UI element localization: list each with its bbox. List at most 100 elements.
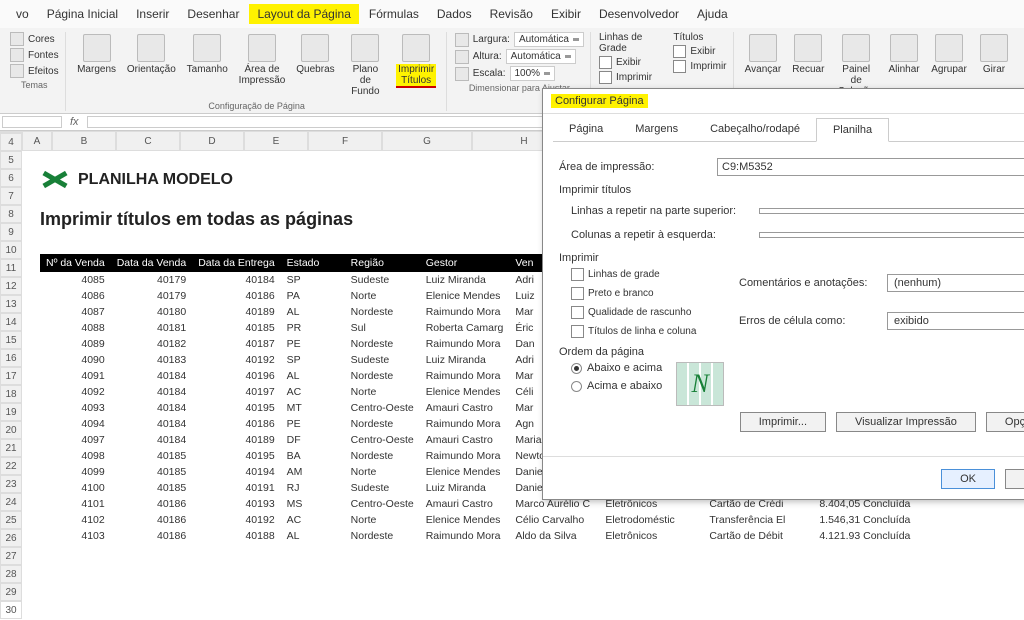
ribbon-btn-alinhar[interactable]: Alinhar xyxy=(884,32,924,77)
row-header[interactable]: 28 xyxy=(0,565,22,583)
menu-item[interactable]: Layout da Página xyxy=(249,4,358,24)
gridlines-print-check[interactable]: Imprimir xyxy=(599,71,659,84)
row-header[interactable]: 21 xyxy=(0,439,22,457)
ribbon-btn-orientacao[interactable]: Orientação xyxy=(124,32,180,77)
col-header[interactable]: C xyxy=(116,131,180,151)
dialog-options-button[interactable]: Opções... xyxy=(986,412,1024,432)
print-area-input[interactable]: C9:M5352 xyxy=(717,158,1024,176)
row-header[interactable]: 24 xyxy=(0,493,22,511)
menubar: voPágina InicialInserirDesenharLayout da… xyxy=(0,0,1024,28)
table-row[interactable]: 41024018640192ACNorteElenice MendesCélio… xyxy=(40,512,923,528)
row-header[interactable]: 17 xyxy=(0,367,22,385)
ribbon-btn-margens[interactable]: Margens xyxy=(74,32,120,77)
row-header[interactable]: 25 xyxy=(0,511,22,529)
gridlines-show-check[interactable]: Exibir xyxy=(599,56,659,69)
row-header[interactable]: 20 xyxy=(0,421,22,439)
dialog-tab[interactable]: Cabeçalho/rodapé xyxy=(694,118,816,141)
print-titles-label: Imprimir títulos xyxy=(559,184,1024,196)
menu-item[interactable]: Revisão xyxy=(482,4,541,24)
titles-show-check[interactable]: Exibir xyxy=(673,45,726,58)
col-header[interactable]: F xyxy=(308,131,382,151)
ribbon-btn-agrupar[interactable]: Agrupar xyxy=(928,32,970,77)
dialog-cancel-button[interactable]: Cancelar xyxy=(1005,469,1024,489)
row-header[interactable]: 22 xyxy=(0,457,22,475)
row-header[interactable]: 10 xyxy=(0,241,22,259)
row-header[interactable]: 11 xyxy=(0,259,22,277)
row-header[interactable]: 26 xyxy=(0,529,22,547)
row-header[interactable]: 14 xyxy=(0,313,22,331)
row-header[interactable]: 8 xyxy=(0,205,22,223)
print-option-check[interactable]: Linhas de grade xyxy=(571,268,721,281)
menu-item[interactable]: Ajuda xyxy=(689,4,736,24)
themes-fonts[interactable]: Fontes xyxy=(28,50,59,61)
menu-item[interactable]: Exibir xyxy=(543,4,589,24)
table-row[interactable]: 41034018640188ALNordesteRaimundo MoraAld… xyxy=(40,528,923,544)
width-combo[interactable]: Automática xyxy=(514,32,584,47)
dialog-tab[interactable]: Planilha xyxy=(816,118,889,142)
row-header[interactable]: 15 xyxy=(0,331,22,349)
col-header[interactable]: B xyxy=(52,131,116,151)
dialog-tab[interactable]: Margens xyxy=(619,118,694,141)
row-header[interactable]: 30 xyxy=(0,601,22,619)
ribbon-btn-titulos[interactable]: ImprimirTítulos xyxy=(393,32,440,90)
row-header[interactable]: 29 xyxy=(0,583,22,601)
col-header[interactable]: E xyxy=(244,131,308,151)
scale-label: Escala: xyxy=(473,68,506,79)
ribbon-btn-avancar[interactable]: Avançar xyxy=(742,32,785,77)
row-header[interactable]: 18 xyxy=(0,385,22,403)
order-across-label: Acima e abaixo xyxy=(587,380,662,392)
row-header[interactable]: 7 xyxy=(0,187,22,205)
menu-item[interactable]: Desenvolvedor xyxy=(591,4,687,24)
area-icon xyxy=(248,34,276,62)
col-header[interactable]: G xyxy=(382,131,472,151)
row-header[interactable]: 4 xyxy=(0,133,22,151)
ribbon-btn-recuar[interactable]: Recuar xyxy=(788,32,828,77)
menu-item[interactable]: Dados xyxy=(429,4,480,24)
print-option-check[interactable]: Títulos de linha e coluna xyxy=(571,325,721,338)
row-header[interactable]: 9 xyxy=(0,223,22,241)
row-header[interactable]: 5 xyxy=(0,151,22,169)
ribbon-btn-area[interactable]: Área deImpressão xyxy=(235,32,289,88)
comments-combo[interactable]: (nenhum) xyxy=(887,274,1024,292)
row-header[interactable]: 23 xyxy=(0,475,22,493)
row-header[interactable]: 19 xyxy=(0,403,22,421)
menu-item[interactable]: Desenhar xyxy=(179,4,247,24)
menu-item[interactable]: Página Inicial xyxy=(39,4,126,24)
order-across-radio[interactable]: Acima e abaixo xyxy=(571,380,662,392)
fx-icon[interactable]: fx xyxy=(64,114,85,130)
order-down-radio[interactable]: Abaixo e acima xyxy=(571,362,662,374)
themes-effects[interactable]: Efeitos xyxy=(28,66,59,77)
dialog-ok-button[interactable]: OK xyxy=(941,469,995,489)
dialog-preview-button[interactable]: Visualizar Impressão xyxy=(836,412,976,432)
dialog-tab[interactable]: Página xyxy=(553,118,619,141)
ribbon-btn-girar[interactable]: Girar xyxy=(974,32,1014,77)
ribbon-btn-quebras[interactable]: Quebras xyxy=(293,32,338,77)
print-options-label: Imprimir xyxy=(559,252,1024,264)
ribbon-group-page-setup: MargensOrientaçãoTamanhoÁrea deImpressão… xyxy=(68,32,447,111)
row-header[interactable]: 6 xyxy=(0,169,22,187)
dialog-print-button[interactable]: Imprimir... xyxy=(740,412,826,432)
row-header[interactable]: 13 xyxy=(0,295,22,313)
row-header[interactable]: 12 xyxy=(0,277,22,295)
print-option-check[interactable]: Qualidade de rascunho xyxy=(571,306,721,319)
col-header[interactable]: A xyxy=(22,131,52,151)
row-header[interactable]: 16 xyxy=(0,349,22,367)
errors-combo[interactable]: exibido xyxy=(887,312,1024,330)
cols-repeat-input[interactable] xyxy=(759,232,1024,238)
scale-combo[interactable]: 100% xyxy=(510,66,556,81)
row-header[interactable]: 27 xyxy=(0,547,22,565)
menu-item[interactable]: Fórmulas xyxy=(361,4,427,24)
col-header[interactable]: D xyxy=(180,131,244,151)
menu-item[interactable]: Inserir xyxy=(128,4,177,24)
menu-item[interactable]: vo xyxy=(8,4,37,24)
titles-print-check[interactable]: Imprimir xyxy=(673,60,726,73)
ribbon-btn-fundo[interactable]: Plano deFundo xyxy=(342,32,388,99)
themes-colors[interactable]: Cores xyxy=(28,34,55,45)
rows-repeat-input[interactable] xyxy=(759,208,1024,214)
ribbon-btn-tamanho[interactable]: Tamanho xyxy=(183,32,231,77)
width-icon xyxy=(455,33,469,47)
height-combo[interactable]: Automática xyxy=(506,49,576,64)
alinhar-icon xyxy=(890,34,918,62)
print-option-check[interactable]: Preto e branco xyxy=(571,287,721,300)
name-box[interactable] xyxy=(2,116,62,128)
